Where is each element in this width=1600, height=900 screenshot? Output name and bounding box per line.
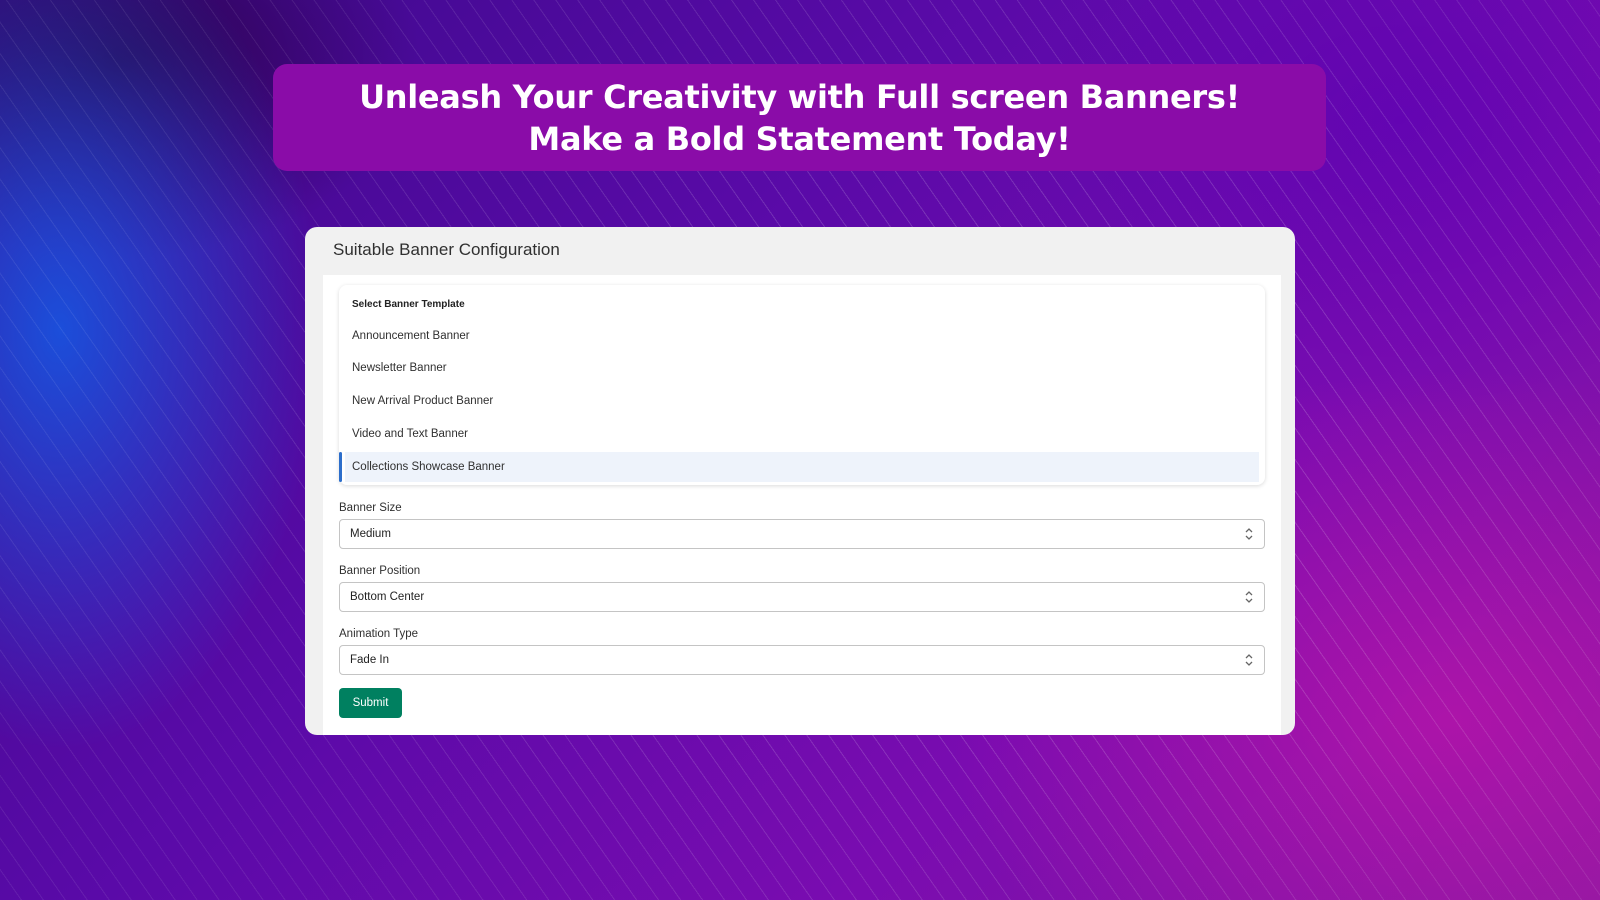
template-listbox: Select Banner Template Announcement Bann… xyxy=(339,285,1265,485)
hero-banner: Unleash Your Creativity with Full screen… xyxy=(273,64,1326,171)
banner-position-select[interactable]: Bottom Center xyxy=(339,582,1265,612)
select-chevron-icon xyxy=(1245,654,1253,666)
animation-type-label: Animation Type xyxy=(339,628,419,640)
template-option-video-text[interactable]: Video and Text Banner xyxy=(345,419,1259,449)
hero-title: Unleash Your Creativity with Full screen… xyxy=(359,77,1240,158)
animation-type-select[interactable]: Fade In xyxy=(339,645,1265,675)
config-form: Select Banner Template Announcement Bann… xyxy=(323,275,1281,735)
banner-size-select[interactable]: Medium xyxy=(339,519,1265,549)
select-chevron-icon xyxy=(1245,591,1253,603)
animation-type-value: Fade In xyxy=(350,654,389,666)
select-chevron-icon xyxy=(1245,528,1253,540)
banner-position-value: Bottom Center xyxy=(350,591,425,603)
banner-size-value: Medium xyxy=(350,528,391,540)
template-option-announcement[interactable]: Announcement Banner xyxy=(345,321,1259,351)
template-option-collections-showcase[interactable]: Collections Showcase Banner xyxy=(339,452,1259,482)
template-option-newsletter[interactable]: Newsletter Banner xyxy=(345,353,1259,383)
card-title: Suitable Banner Configuration xyxy=(333,240,560,259)
template-list-heading: Select Banner Template xyxy=(352,299,465,310)
banner-config-card: Suitable Banner Configuration Select Ban… xyxy=(305,227,1295,735)
banner-size-label: Banner Size xyxy=(339,502,402,514)
banner-position-label: Banner Position xyxy=(339,565,421,577)
template-option-new-arrival[interactable]: New Arrival Product Banner xyxy=(345,386,1259,416)
submit-button[interactable]: Submit xyxy=(339,688,402,718)
